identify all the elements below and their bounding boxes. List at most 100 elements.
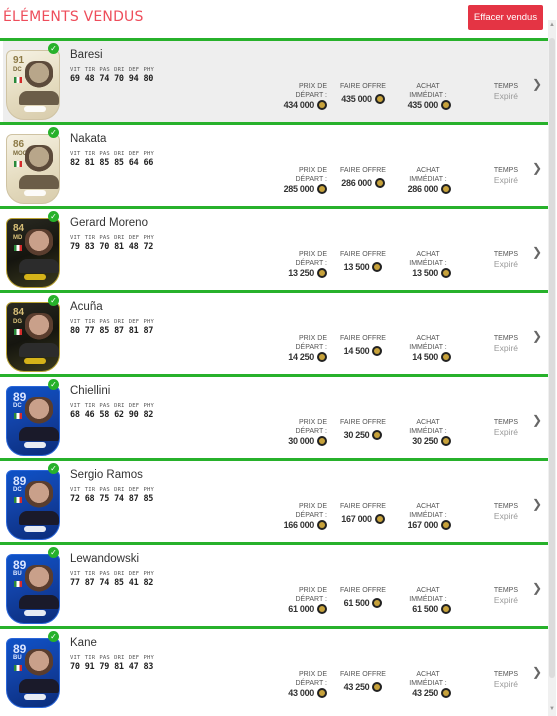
buy-now-column: ACHAT IMMÉDIAT : 13 500 bbox=[395, 251, 451, 280]
player-card[interactable]: 89 BU bbox=[6, 554, 60, 624]
list-item[interactable]: 89 BU ✓ Kane VIT 70 TIR 91 PAS 79 DRI 81… bbox=[0, 626, 548, 710]
stat-0: VIT 68 bbox=[70, 403, 85, 420]
list-item[interactable]: 84 DG ✓ Acuña VIT 80 TIR 77 PAS 85 DRI 8… bbox=[0, 290, 548, 374]
start-price-value: 43 000 bbox=[288, 688, 314, 698]
card-position: DC bbox=[13, 487, 22, 493]
player-stats: VIT 70 TIR 91 PAS 79 DRI 81 DEF 47 PHY 8… bbox=[70, 655, 158, 674]
player-card[interactable]: 89 BU bbox=[6, 638, 60, 708]
stat-label: DEF bbox=[128, 319, 140, 325]
stat-value: 81 bbox=[84, 158, 95, 168]
stat-5: PHY 82 bbox=[143, 571, 158, 588]
boot-icon bbox=[24, 190, 46, 196]
chevron-right-icon[interactable]: ❯ bbox=[532, 581, 542, 595]
chevron-right-icon[interactable]: ❯ bbox=[532, 161, 542, 175]
list-item[interactable]: 91 DC ✓ Baresi VIT 69 TIR 48 PAS 74 DRI … bbox=[0, 38, 548, 122]
stat-value: 87 bbox=[143, 326, 154, 336]
chevron-right-icon[interactable]: ❯ bbox=[532, 245, 542, 259]
chevron-right-icon[interactable]: ❯ bbox=[532, 329, 542, 343]
player-name: Chiellini bbox=[70, 385, 111, 397]
buy-now-label-2: IMMÉDIAT : bbox=[409, 175, 447, 183]
player-shirt bbox=[19, 427, 59, 441]
time-column: TEMPS Expiré bbox=[478, 335, 518, 352]
scroll-down-icon[interactable]: ▼ bbox=[549, 706, 555, 712]
stat-label: DRI bbox=[114, 487, 125, 493]
stat-value: 82 bbox=[70, 158, 80, 168]
start-price-label-1: PRIX DE bbox=[298, 503, 327, 510]
stat-value: 68 bbox=[84, 494, 95, 504]
sold-check-icon: ✓ bbox=[48, 379, 59, 390]
stat-value: 48 bbox=[84, 74, 95, 84]
stat-label: TIR bbox=[84, 67, 96, 73]
start-price-column: PRIX DE DÉPART : 434 000 bbox=[265, 83, 327, 112]
chevron-right-icon[interactable]: ❯ bbox=[532, 77, 542, 91]
player-portrait bbox=[25, 481, 53, 515]
stat-value: 41 bbox=[128, 578, 139, 588]
stat-value: 46 bbox=[84, 410, 95, 420]
coin-icon bbox=[317, 352, 327, 362]
stat-label: VIT bbox=[70, 571, 81, 577]
offer-value: 43 250 bbox=[343, 681, 370, 692]
buy-now-column: ACHAT IMMÉDIAT : 61 500 bbox=[395, 587, 451, 616]
stat-2: PAS 75 bbox=[99, 487, 114, 504]
stat-label: DEF bbox=[128, 655, 140, 661]
stat-value: 83 bbox=[84, 242, 95, 252]
player-name: Sergio Ramos bbox=[70, 469, 143, 481]
start-price-label-2: DÉPART : bbox=[295, 427, 327, 435]
list-item[interactable]: 86 MOC ✓ Nakata VIT 82 TIR 81 PAS 85 DRI… bbox=[0, 122, 548, 206]
player-card[interactable]: 89 DC bbox=[6, 470, 60, 540]
offer-column: FAIRE OFFRE 30 250 bbox=[335, 419, 391, 441]
stat-label: TIR bbox=[84, 151, 96, 157]
stat-label: VIT bbox=[70, 655, 81, 661]
stat-value: 94 bbox=[128, 74, 139, 84]
start-price-label-2: DÉPART : bbox=[295, 175, 327, 183]
player-card[interactable]: 86 MOC bbox=[6, 134, 60, 204]
buy-now-value: 14 500 bbox=[412, 352, 438, 362]
stat-value: 85 bbox=[114, 578, 124, 588]
player-shirt bbox=[19, 511, 59, 525]
stat-label: DEF bbox=[128, 571, 140, 577]
scrollbar[interactable]: ▲ ▼ bbox=[548, 20, 556, 716]
scroll-thumb[interactable] bbox=[549, 38, 555, 678]
sold-check-icon: ✓ bbox=[48, 463, 59, 474]
player-card[interactable]: 84 MD bbox=[6, 218, 60, 288]
clear-sold-button[interactable]: Effacer vendus bbox=[468, 5, 543, 30]
time-value: Expiré bbox=[493, 594, 518, 605]
stat-label: TIR bbox=[84, 403, 96, 409]
coin-icon bbox=[441, 436, 451, 446]
nation-flag-icon bbox=[14, 665, 22, 671]
buy-now-column: ACHAT IMMÉDIAT : 43 250 bbox=[395, 671, 451, 700]
header: ÉLÉMENTS VENDUS Effacer vendus bbox=[0, 0, 557, 38]
player-card[interactable]: 89 DC bbox=[6, 386, 60, 456]
stat-value: 70 bbox=[99, 242, 110, 252]
stat-label: DRI bbox=[114, 151, 125, 157]
chevron-right-icon[interactable]: ❯ bbox=[532, 665, 542, 679]
buy-now-label-1: ACHAT bbox=[416, 587, 440, 594]
stat-label: VIT bbox=[70, 319, 81, 325]
stat-value: 70 bbox=[70, 662, 80, 672]
start-price-label-1: PRIX DE bbox=[298, 83, 327, 90]
nation-flag-icon bbox=[14, 581, 22, 587]
chevron-right-icon[interactable]: ❯ bbox=[532, 413, 542, 427]
player-name: Lewandowski bbox=[70, 553, 140, 565]
list-item[interactable]: 89 BU ✓ Lewandowski VIT 77 TIR 87 PAS 74… bbox=[0, 542, 548, 626]
player-shirt bbox=[19, 175, 59, 189]
stat-label: PAS bbox=[99, 487, 110, 493]
offer-column: FAIRE OFFRE 61 500 bbox=[335, 587, 391, 609]
list-item[interactable]: 89 DC ✓ Chiellini VIT 68 TIR 46 PAS 58 D… bbox=[0, 374, 548, 458]
boot-icon bbox=[24, 694, 46, 700]
coin-icon bbox=[441, 604, 451, 614]
coin-icon bbox=[372, 597, 383, 608]
player-card[interactable]: 84 DG bbox=[6, 302, 60, 372]
sold-check-icon: ✓ bbox=[48, 127, 59, 138]
player-portrait bbox=[25, 565, 53, 599]
stat-2: PAS 74 bbox=[99, 571, 114, 588]
card-rating: 86 bbox=[13, 139, 25, 150]
scroll-up-icon[interactable]: ▲ bbox=[549, 22, 555, 28]
player-card[interactable]: 91 DC bbox=[6, 50, 60, 120]
list-item[interactable]: 84 MD ✓ Gerard Moreno VIT 79 TIR 83 PAS … bbox=[0, 206, 548, 290]
player-stats: VIT 68 TIR 46 PAS 58 DRI 62 DEF 90 PHY 8… bbox=[70, 403, 158, 422]
list-item[interactable]: 89 DC ✓ Sergio Ramos VIT 72 TIR 68 PAS 7… bbox=[0, 458, 548, 542]
offer-value: 167 000 bbox=[341, 513, 372, 524]
chevron-right-icon[interactable]: ❯ bbox=[532, 497, 542, 511]
stat-label: VIT bbox=[70, 487, 81, 493]
